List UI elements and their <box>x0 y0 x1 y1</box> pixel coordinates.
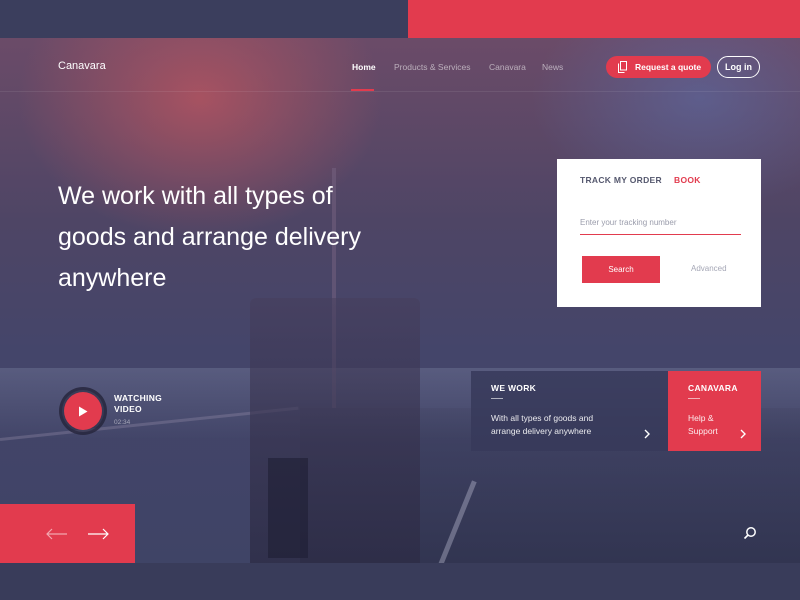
we-work-title: WE WORK <box>491 383 537 393</box>
brand-logo[interactable]: Canavara <box>58 60 106 72</box>
doc-icon <box>618 61 627 73</box>
hero-headline: We work with all types of goods and arra… <box>58 182 361 292</box>
tab-book[interactable]: BOOK <box>674 175 701 185</box>
request-quote-label: Request a quote <box>635 62 702 72</box>
search-button[interactable]: Search <box>582 256 660 283</box>
login-button[interactable]: Log in <box>717 56 760 78</box>
video-label: WATCHING VIDEO <box>114 393 163 414</box>
play-video-button[interactable] <box>59 387 107 435</box>
play-button-circle <box>64 392 102 430</box>
search-icon[interactable] <box>743 526 757 540</box>
top-accent-strip <box>408 0 800 38</box>
tracking-number-input[interactable] <box>580 211 741 235</box>
nav-item-canavara[interactable]: Canavara <box>489 62 526 72</box>
video-duration: 02:34 <box>114 419 131 426</box>
slider-controls <box>0 504 135 563</box>
chevron-right-icon[interactable] <box>739 429 747 439</box>
navbar: Canavara Home Products & Services Canava… <box>0 38 800 92</box>
nav-active-indicator <box>351 89 374 91</box>
we-work-text: With all types of goods and arrange deli… <box>491 413 594 436</box>
arrow-right-icon[interactable] <box>87 528 109 540</box>
canavara-support-card[interactable]: CANAVARA Help & Support <box>668 371 761 451</box>
arrow-left-icon[interactable] <box>46 528 68 540</box>
play-icon <box>79 406 88 416</box>
nav-item-news[interactable]: News <box>542 62 563 72</box>
advanced-search-link[interactable]: Advanced <box>691 264 727 273</box>
nav-item-home[interactable]: Home <box>352 62 376 72</box>
canavara-card-title: CANAVARA <box>688 383 738 393</box>
chevron-right-icon[interactable] <box>643 429 651 439</box>
tab-track-my-order[interactable]: TRACK MY ORDER <box>580 175 662 185</box>
canavara-card-divider <box>688 398 700 399</box>
nav-item-products-services[interactable]: Products & Services <box>394 62 471 72</box>
we-work-card[interactable]: WE WORK With all types of goods and arra… <box>471 371 668 451</box>
request-quote-button[interactable]: Request a quote <box>606 56 711 78</box>
track-order-card: TRACK MY ORDER BOOK Search Advanced <box>557 159 761 307</box>
canavara-card-text: Help & Support <box>688 413 718 436</box>
bottom-strip <box>0 563 800 600</box>
we-work-divider <box>491 398 503 399</box>
hero-truck-grill <box>268 458 308 558</box>
